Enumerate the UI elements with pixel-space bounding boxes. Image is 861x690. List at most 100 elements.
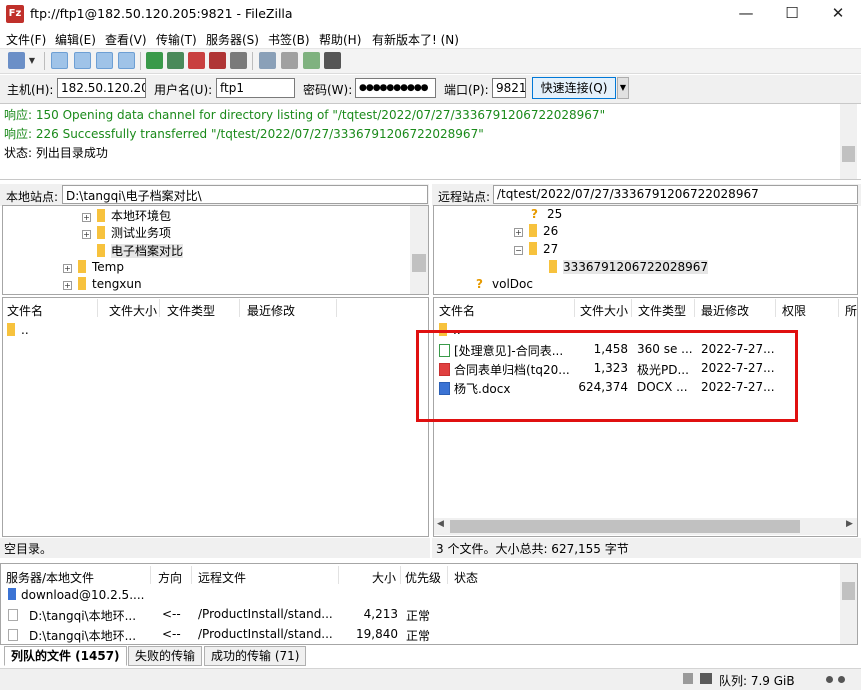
expand-icon[interactable]: + [63,264,72,273]
column-separator[interactable] [97,299,98,317]
local-tree-item[interactable]: + 本地环境包 [82,207,171,224]
site-manager-dropdown-icon[interactable]: ▼ [27,52,37,69]
queue-col-direction[interactable]: 方向 [158,569,182,586]
queue-scrollbar-thumb[interactable] [842,582,855,600]
remote-tree-item[interactable]: ? volDoc [476,277,533,291]
remote-tree-item[interactable]: +26 [514,224,558,238]
column-separator[interactable] [400,566,401,584]
remote-col-filename[interactable]: 文件名 [439,302,475,319]
close-button[interactable]: ✕ [815,0,861,28]
username-input[interactable]: ftp1 [216,78,295,98]
remote-col-owner[interactable]: 所 [845,302,857,319]
queue-row[interactable]: D:\tangqi\本地环... [8,607,136,624]
remote-col-type[interactable]: 文件类型 [638,302,686,319]
local-parent-dir-row[interactable]: .. [7,323,29,337]
site-manager-icon[interactable] [8,52,25,69]
queue-scrollbar[interactable] [840,564,857,644]
scroll-left-icon[interactable]: ◀ [437,519,444,529]
tab-queued-files[interactable]: 列队的文件 (1457) [4,646,127,666]
scroll-right-icon[interactable]: ▶ [846,519,853,529]
log-line: 响应: 226 Successfully transferred "/tqtes… [4,127,484,141]
sync-browsing-icon[interactable] [303,52,320,69]
expand-icon[interactable]: + [63,281,72,290]
column-separator[interactable] [239,299,240,317]
local-col-size[interactable]: 文件大小 [109,302,157,319]
column-separator[interactable] [159,299,160,317]
local-tree-item[interactable]: + tengxun [63,277,142,291]
minimize-button[interactable]: — [723,0,769,28]
refresh-icon[interactable] [146,52,163,69]
directory-filter-icon[interactable] [259,52,276,69]
remote-path-combo[interactable]: /tqtest/2022/07/27/3336791206722028967 [493,185,858,204]
toggle-local-tree-icon[interactable] [74,52,91,69]
local-tree-scrollbar-thumb[interactable] [412,254,426,272]
local-col-modified[interactable]: 最近修改 [247,302,295,319]
menu-transfer[interactable]: 传输(T) [156,31,197,48]
menu-bookmarks[interactable]: 书签(B) [268,31,310,48]
maximize-button[interactable]: ☐ [769,0,815,28]
queue-row[interactable]: D:\tangqi\本地环... [8,627,136,644]
cancel-operation-icon[interactable] [188,52,205,69]
menu-server[interactable]: 服务器(S) [206,31,259,48]
menu-edit[interactable]: 编辑(E) [55,31,96,48]
port-input[interactable]: 9821 [492,78,526,98]
compare-directories-icon[interactable] [281,52,298,69]
remote-col-modified[interactable]: 最近修改 [701,302,749,319]
log-scrollbar[interactable] [840,104,857,179]
column-separator[interactable] [574,299,575,317]
column-separator[interactable] [336,299,337,317]
column-separator[interactable] [447,566,448,584]
column-separator[interactable] [694,299,695,317]
expand-icon[interactable]: + [82,230,91,239]
queue-col-size[interactable]: 大小 [372,569,396,586]
remote-list-hscrollbar-thumb[interactable] [450,520,800,533]
remote-col-permissions[interactable]: 权限 [782,302,806,319]
remote-tree-item[interactable]: ? 25 [531,207,562,221]
disconnect-icon[interactable] [209,52,226,69]
process-queue-icon[interactable] [167,52,184,69]
remote-tree-item-selected[interactable]: 3336791206722028967 [549,260,709,274]
local-tree-item-selected[interactable]: 电子档案对比 [97,242,184,259]
queue-server-row[interactable]: download@10.2.5.... [8,588,144,602]
menu-new-version[interactable]: 有新版本了! (N) [372,31,459,48]
log-scrollbar-thumb[interactable] [842,146,855,162]
local-col-type[interactable]: 文件类型 [167,302,215,319]
remote-tree-item[interactable]: − 27 [514,242,558,256]
toggle-queue-icon[interactable] [118,52,135,69]
column-separator[interactable] [775,299,776,317]
queue-col-local[interactable]: 服务器/本地文件 [6,569,94,586]
column-separator[interactable] [338,566,339,584]
column-separator[interactable] [191,566,192,584]
host-input[interactable]: 182.50.120.205 [57,78,146,98]
queue-col-status[interactable]: 状态 [454,569,478,586]
remote-col-size[interactable]: 文件大小 [580,302,628,319]
menu-help[interactable]: 帮助(H) [319,31,361,48]
quickconnect-button[interactable]: 快速连接(Q) [532,77,616,99]
local-col-filename[interactable]: 文件名 [7,302,43,319]
expand-icon[interactable]: + [82,213,91,222]
tab-failed-transfers[interactable]: 失败的传输 [128,646,203,666]
column-separator[interactable] [631,299,632,317]
menu-file[interactable]: 文件(F) [6,31,46,48]
password-input[interactable]: ●●●●●●●●●● [355,78,436,98]
quickconnect-history-dropdown[interactable]: ▼ [617,77,629,99]
queue-col-remote[interactable]: 远程文件 [198,569,246,586]
toggle-remote-tree-icon[interactable] [96,52,113,69]
column-separator[interactable] [838,299,839,317]
tab-successful-transfers[interactable]: 成功的传输 (71) [204,646,307,666]
local-tree-item[interactable]: + Temp [63,260,124,274]
username-label: 用户名(U): [154,83,213,97]
local-tree-item[interactable]: + 测试业务项 [82,224,171,241]
folder-icon [97,244,105,257]
local-tree-scrollbar[interactable] [410,206,428,294]
find-files-icon[interactable] [324,52,341,69]
expand-icon[interactable]: + [514,228,523,237]
reconnect-icon[interactable] [230,52,247,69]
collapse-icon[interactable]: − [514,246,523,255]
local-path-combo[interactable]: D:\tangqi\电子档案对比\ [62,185,428,204]
queue-col-priority[interactable]: 优先级 [405,569,441,586]
column-separator[interactable] [150,566,151,584]
toggle-log-icon[interactable] [51,52,68,69]
host-label: 主机(H): [7,83,54,97]
menu-view[interactable]: 查看(V) [105,31,147,48]
